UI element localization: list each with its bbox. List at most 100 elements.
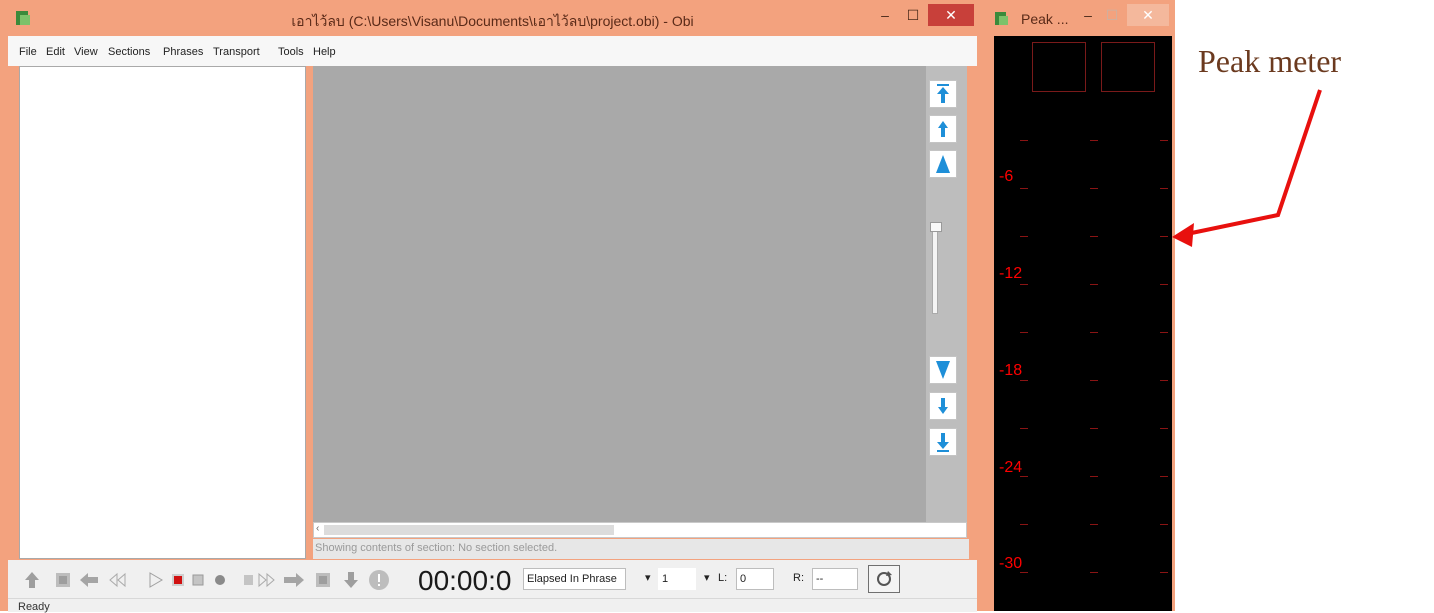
meter-tick <box>1090 140 1098 141</box>
db-label: -18 <box>999 362 1023 379</box>
rewind-icon <box>109 572 126 588</box>
go-previous-button[interactable] <box>929 115 957 143</box>
meter-tick <box>1160 572 1168 573</box>
zoom-out-button[interactable] <box>929 356 957 384</box>
menu-bar: File Edit View Sections Phrases Transpor… <box>8 36 977 66</box>
meter-tick <box>1090 236 1098 237</box>
refresh-button[interactable] <box>868 565 900 593</box>
meter-tick <box>1090 188 1098 189</box>
next-phrase-icon <box>316 573 330 587</box>
l-field[interactable]: 0 <box>736 568 774 590</box>
level-value: 1 <box>662 573 669 585</box>
meter-tick <box>1160 380 1168 381</box>
go-last-button[interactable] <box>929 428 957 456</box>
stop-icon <box>192 574 204 586</box>
meter-tick <box>1020 332 1028 333</box>
meter-tick <box>1020 140 1028 141</box>
meter-tick <box>1090 284 1098 285</box>
meter-tick <box>1090 332 1098 333</box>
meter-tick <box>1090 524 1098 525</box>
menu-tools[interactable]: Tools <box>278 46 304 58</box>
l-label: L: <box>718 572 728 584</box>
title-bar[interactable]: เอาไว้ลบ (C:\Users\Visanu\Documents\เอาไ… <box>0 0 985 36</box>
minimize-button[interactable]: – <box>872 4 898 26</box>
meter-tick <box>1020 524 1028 525</box>
content-view[interactable] <box>313 66 926 522</box>
menu-transport[interactable]: Transport <box>213 46 260 58</box>
scroll-left-icon[interactable]: ‹ <box>316 523 319 534</box>
meter-tick <box>1020 236 1028 237</box>
left-peak-box <box>1032 42 1086 92</box>
r-value: -- <box>816 573 824 585</box>
time-mode-select[interactable]: Elapsed In Phrase <box>523 568 626 590</box>
meter-tick <box>1020 188 1028 189</box>
window-title: เอาไว้ลบ (C:\Users\Visanu\Documents\เอาไ… <box>291 13 694 29</box>
time-mode-dropdown-icon[interactable]: ▾ <box>645 571 651 584</box>
db-label: -24 <box>999 459 1023 476</box>
annotation-arrow <box>1172 89 1322 247</box>
db-label: -12 <box>999 265 1023 282</box>
peak-minimize-button[interactable]: – <box>1077 4 1099 26</box>
db-label: -30 <box>999 555 1023 572</box>
time-mode-value: Elapsed In Phrase <box>527 573 617 585</box>
previous-page-icon <box>80 573 98 587</box>
meter-tick <box>1160 524 1168 525</box>
previous-phrase-icon <box>56 573 70 587</box>
triangle-down-icon <box>936 361 950 379</box>
section-status-text: Showing contents of section: No section … <box>315 542 558 554</box>
db-label: -6 <box>999 168 1014 185</box>
transport-buttons <box>25 570 389 590</box>
toc-tree-panel[interactable] <box>19 66 306 559</box>
l-value: 0 <box>740 573 747 585</box>
zoom-in-button[interactable] <box>929 150 957 178</box>
go-first-button[interactable] <box>929 80 957 108</box>
meter-tick <box>1090 428 1098 429</box>
level-select[interactable]: 1 <box>658 568 696 590</box>
meter-tick <box>1160 284 1168 285</box>
menu-view[interactable]: View <box>74 46 98 58</box>
zoom-slider[interactable] <box>930 216 942 316</box>
fast-forward-icon <box>258 572 275 588</box>
refresh-icon <box>877 571 892 586</box>
r-field[interactable]: -- <box>812 568 858 590</box>
record-icon <box>172 574 184 586</box>
horizontal-scrollbar[interactable]: ‹ <box>313 522 967 538</box>
section-status-line: Showing contents of section: No section … <box>313 539 969 559</box>
info-icon <box>369 570 389 590</box>
meter-tick <box>1020 380 1028 381</box>
arrow-top-icon <box>937 84 949 103</box>
time-display: 00:00:0 <box>418 565 512 596</box>
go-next-button[interactable] <box>929 392 957 420</box>
annotation-label: Peak meter <box>1198 43 1342 79</box>
menu-help[interactable]: Help <box>313 46 336 58</box>
meter-tick <box>1160 428 1168 429</box>
meter-tick <box>1090 380 1098 381</box>
peak-close-button[interactable]: ✕ <box>1127 4 1169 26</box>
next-page-icon <box>284 573 304 587</box>
meter-tick <box>1160 476 1168 477</box>
close-button[interactable]: ✕ <box>928 4 974 26</box>
arrow-bottom-icon <box>937 433 949 452</box>
menu-edit[interactable]: Edit <box>46 46 65 58</box>
next-section-icon <box>344 572 358 588</box>
play-icon <box>149 572 163 588</box>
triangle-up-icon <box>936 155 950 173</box>
menu-phrases[interactable]: Phrases <box>163 46 203 58</box>
peak-window-title: Peak ... <box>1021 11 1069 27</box>
meter-tick <box>1090 476 1098 477</box>
status-bar: Ready <box>8 598 977 613</box>
meter-tick <box>1090 572 1098 573</box>
maximize-button[interactable]: ☐ <box>900 4 926 26</box>
scroll-thumb[interactable] <box>324 525 614 535</box>
menu-file[interactable]: File <box>19 46 37 58</box>
right-peak-box <box>1101 42 1155 92</box>
peak-maximize-button[interactable]: ☐ <box>1101 4 1123 26</box>
meter-tick <box>1020 284 1028 285</box>
menu-sections[interactable]: Sections <box>108 46 150 58</box>
monitor-icon <box>215 575 225 585</box>
pause-icon <box>244 575 253 585</box>
arrow-down-icon <box>938 398 948 414</box>
level-dropdown-icon[interactable]: ▾ <box>704 571 710 584</box>
arrow-up-icon <box>938 121 948 137</box>
meter-tick <box>1020 428 1028 429</box>
